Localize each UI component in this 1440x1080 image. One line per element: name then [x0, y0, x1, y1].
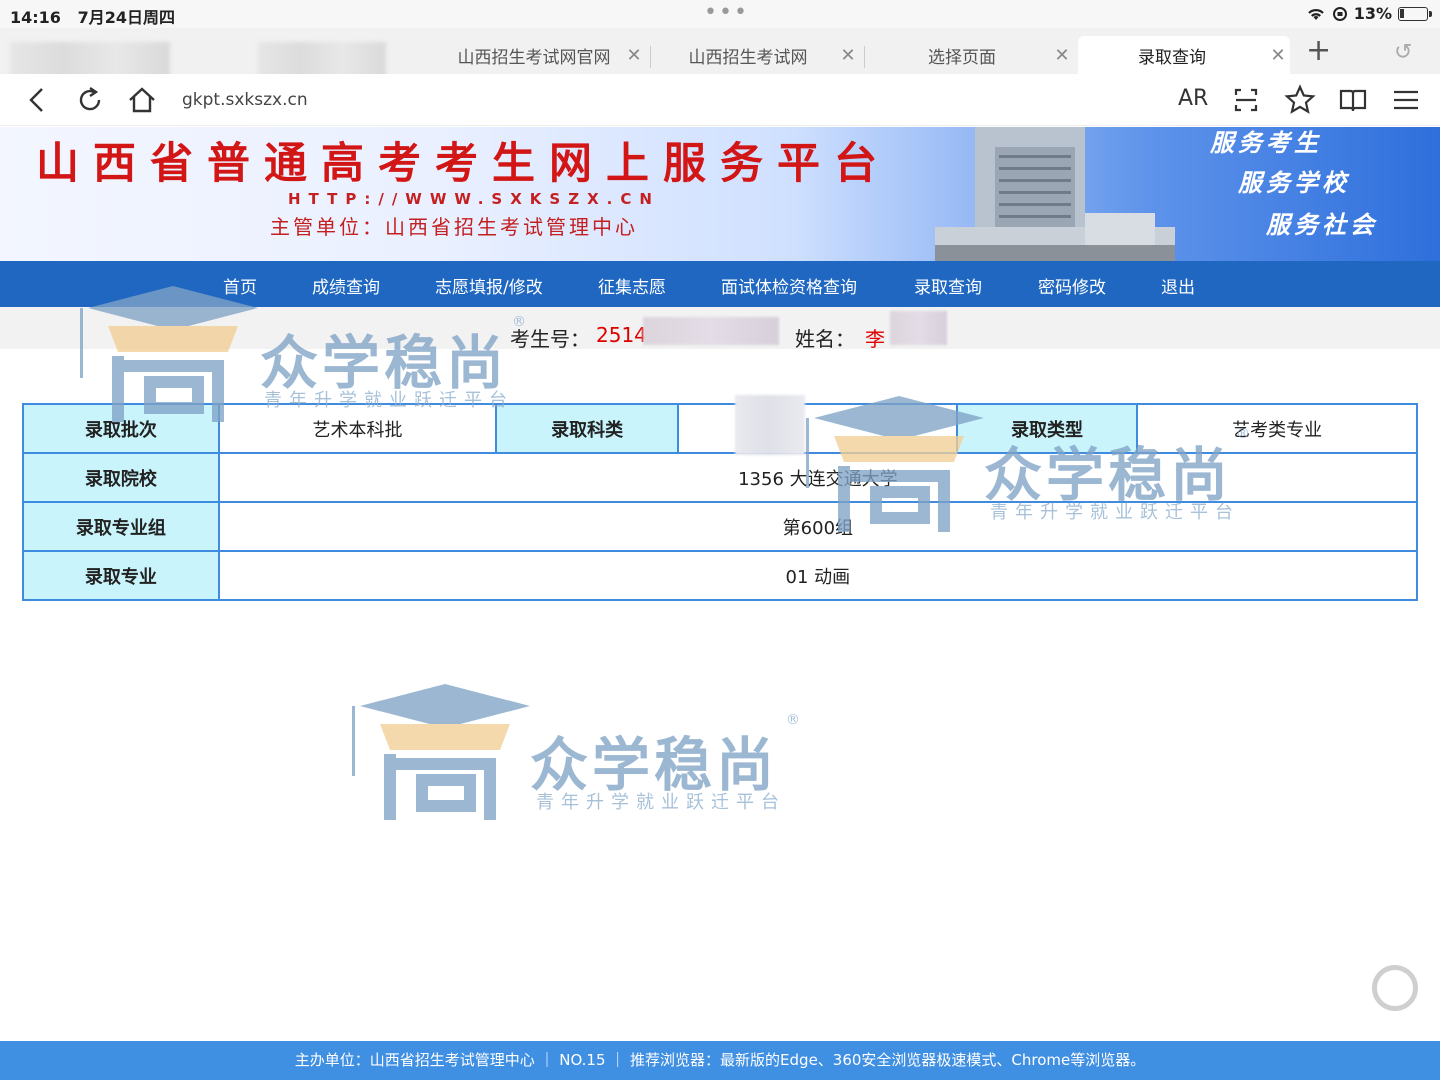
wifi-icon [1307, 8, 1324, 20]
orientation-lock-icon [1332, 6, 1347, 21]
banner-org: 主管单位：山西省招生考试管理中心 [270, 215, 638, 239]
menu-icon[interactable] [1390, 84, 1422, 116]
browser-toolbar: gkpt.sxkszx.cn AR [0, 74, 1440, 126]
table-row: 录取专业 01 动画 [22, 550, 1419, 601]
nav-interview-check[interactable]: 面试体检资格查询 [721, 273, 857, 298]
multitask-dots-icon[interactable]: ••• [704, 0, 749, 25]
major-value: 01 动画 [217, 550, 1419, 601]
new-tab-plus-icon[interactable]: + [1306, 36, 1331, 66]
banner-title: 山西省普通高考考生网上服务平台 [36, 139, 891, 189]
undo-icon[interactable]: ↺ [1394, 40, 1412, 65]
star-icon[interactable] [1284, 84, 1316, 116]
tab-label: 山西招生考试网官网 [457, 47, 611, 68]
graduation-cap-logo-icon [352, 684, 530, 820]
watermark-reg-mark: ® [786, 712, 800, 728]
tab-divider [864, 46, 865, 68]
close-icon[interactable]: ✕ [622, 45, 646, 66]
slogan-1: 服务考生 [1210, 128, 1322, 157]
home-icon[interactable] [126, 84, 158, 116]
reading-book-icon[interactable] [1337, 84, 1369, 116]
nav-supplementary[interactable]: 征集志愿 [598, 273, 666, 298]
battery-icon [1398, 6, 1432, 21]
close-icon[interactable]: ✕ [836, 45, 860, 66]
redaction-mask [643, 317, 779, 345]
watermark-tagline: 青年升学就业跃迁平台 [264, 390, 514, 411]
redaction-mask [890, 311, 947, 345]
tab-label: 山西招生考试网 [688, 47, 808, 68]
ar-button[interactable]: AR [1178, 86, 1208, 111]
status-bar: 14:16 7月24日周四 ••• 13% [0, 0, 1440, 28]
watermark-tagline: 青年升学就业跃迁平台 [536, 792, 786, 813]
back-icon[interactable] [22, 84, 54, 116]
redaction-mask [735, 395, 806, 455]
close-icon[interactable]: ✕ [1266, 45, 1290, 66]
graduation-cap-logo-icon [806, 396, 984, 532]
tab-label: 录取查询 [1138, 47, 1206, 68]
nav-logout[interactable]: 退出 [1161, 273, 1195, 298]
status-right: 13% [1306, 4, 1432, 23]
tab-1[interactable]: 山西招生考试网官网 ✕ [446, 36, 646, 74]
status-time: 14:16 7月24日周四 [10, 8, 176, 27]
scan-icon[interactable] [1230, 84, 1262, 116]
assistive-touch-button[interactable] [1372, 965, 1418, 1011]
reload-icon[interactable] [74, 84, 106, 116]
school-label: 录取院校 [22, 452, 220, 503]
group-label: 录取专业组 [22, 501, 220, 552]
close-icon[interactable]: ✕ [1050, 45, 1074, 66]
major-label: 录取专业 [22, 550, 220, 601]
watermark: 众学稳尚 ® 青年升学就业跃迁平台 [78, 286, 548, 426]
tab-label: 选择页面 [928, 47, 996, 68]
tab-divider [650, 46, 651, 68]
watermark-tagline: 青年升学就业跃迁平台 [990, 502, 1240, 523]
name-label: 姓名： [795, 327, 855, 351]
exam-id-value: 2514 [596, 323, 647, 347]
name-value: 李 [865, 327, 885, 351]
banner-url: HTTP://WWW.SXKSZX.CN [288, 190, 660, 208]
tab-strip: 山西招生考试网官网 ✕ 山西招生考试网 ✕ 选择页面 ✕ 录取查询 ✕ + ↺ [0, 28, 1440, 86]
url-field[interactable]: gkpt.sxkszx.cn [182, 90, 308, 110]
watermark: 众学稳尚 ® 青年升学就业跃迁平台 [350, 684, 820, 824]
slogan-3: 服务社会 [1266, 210, 1378, 239]
nav-admission[interactable]: 录取查询 [914, 273, 982, 298]
watermark: 众学稳尚 ® 青年升学就业跃迁平台 [804, 396, 1274, 536]
watermark-reg-mark: ® [512, 314, 526, 330]
slogan-2: 服务学校 [1238, 168, 1350, 197]
tab-4-active[interactable]: 录取查询 ✕ [1078, 36, 1290, 74]
building-image [935, 127, 1175, 261]
tab-3[interactable]: 选择页面 ✕ [874, 36, 1074, 74]
graduation-cap-logo-icon [80, 286, 258, 422]
watermark-reg-mark: ® [1236, 426, 1250, 442]
battery-percent: 13% [1353, 4, 1392, 23]
site-banner: 山西省普通高考考生网上服务平台 HTTP://WWW.SXKSZX.CN 主管单… [0, 127, 1440, 261]
site-footer: 主办单位：山西省招生考试管理中心 ｜ NO.15 ｜ 推荐浏览器：最新版的Edg… [0, 1041, 1440, 1080]
tab-2[interactable]: 山西招生考试网 ✕ [660, 36, 860, 74]
nav-password[interactable]: 密码修改 [1038, 273, 1106, 298]
